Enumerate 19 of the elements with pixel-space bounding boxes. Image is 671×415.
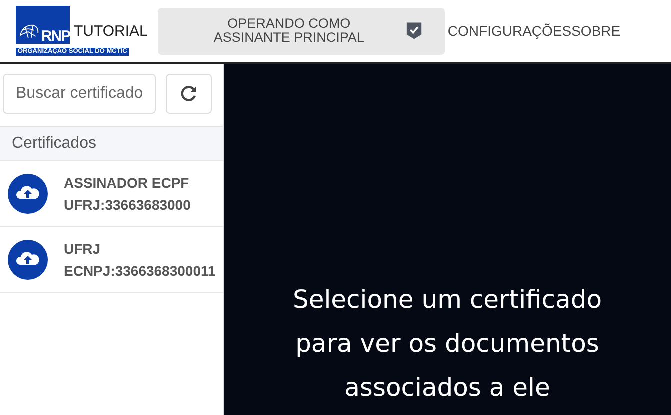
cloud-upload-icon: [8, 174, 48, 214]
refresh-icon: [180, 85, 198, 103]
certificate-name: ASSINADOR ECPF: [64, 174, 190, 190]
certificate-id: UFRJ:33663683000: [64, 196, 191, 212]
section-title: Certificados: [12, 134, 96, 152]
refresh-button[interactable]: [166, 74, 212, 114]
shield-check-icon: [406, 21, 423, 41]
nav-link[interactable]: CONFIGURAÇÕES: [448, 23, 572, 39]
certificate-id: ECNPJ:3366368300011: [64, 262, 216, 278]
nav-link[interactable]: SOBRE: [572, 23, 621, 39]
app-title: TUTORIAL: [74, 22, 148, 40]
cloud-upload-icon: [8, 240, 48, 280]
certificate-item[interactable]: ASSINADOR ECPF UFRJ:33663683000: [0, 161, 223, 227]
certificate-name: UFRJ: [64, 240, 102, 256]
logo-text: RNP: [41, 29, 70, 44]
mode-label: OPERANDO COMO ASSINANTE PRINCIPAL: [212, 17, 366, 45]
certificate-item[interactable]: UFRJ ECNPJ:3366368300011: [0, 227, 223, 293]
search-field[interactable]: Buscar certificado: [3, 74, 156, 114]
empty-message: Selecione um certificado para ver os documentos associados a ele: [292, 284, 603, 404]
